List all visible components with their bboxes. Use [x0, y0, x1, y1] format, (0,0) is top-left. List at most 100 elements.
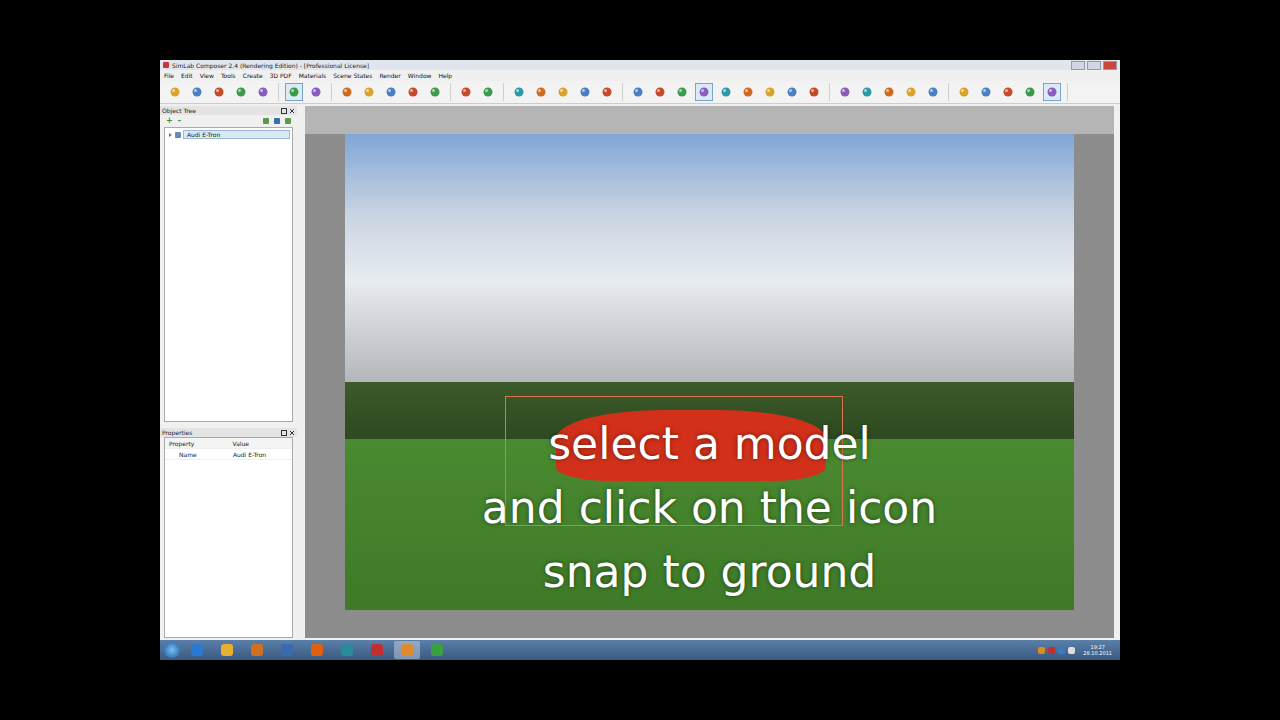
menu-item[interactable]: Materials: [299, 72, 327, 79]
toolbar-button[interactable]: [717, 83, 735, 101]
tool-icon: [980, 86, 992, 98]
close-icon[interactable]: [1103, 61, 1117, 70]
taskbar-app[interactable]: [424, 641, 450, 659]
menu-item[interactable]: Edit: [181, 72, 193, 79]
tool-icon: [764, 86, 776, 98]
taskbar-app[interactable]: [394, 641, 420, 659]
tree-body: Audi E-Tron: [164, 127, 293, 422]
menu-item[interactable]: Scene States: [333, 72, 372, 79]
close-icon[interactable]: [289, 430, 295, 436]
taskbar-app[interactable]: [304, 641, 330, 659]
taskbar-app[interactable]: [184, 641, 210, 659]
toolbar-button[interactable]: [673, 83, 691, 101]
toolbar: [160, 81, 1120, 104]
tool-icon: [927, 86, 939, 98]
toolbar-button[interactable]: [955, 83, 973, 101]
tool-icon: [861, 86, 873, 98]
tree-item[interactable]: Audi E-Tron: [167, 130, 290, 139]
tool-icon: [385, 86, 397, 98]
taskbar: 19:27 28.10.2011: [160, 640, 1120, 660]
taskbar-app[interactable]: [334, 641, 360, 659]
toolbar-button[interactable]: [858, 83, 876, 101]
taskbar-app[interactable]: [214, 641, 240, 659]
model-icon: [175, 132, 181, 138]
tree-action-icon[interactable]: [263, 118, 269, 124]
toolbar-button[interactable]: [232, 83, 250, 101]
menu-bar: File Edit View Tools Create 3D PDF Materials Sc…: [160, 70, 1120, 81]
toolbar-button[interactable]: [1043, 83, 1061, 101]
maximize-icon[interactable]: [1087, 61, 1101, 70]
toolbar-button[interactable]: [902, 83, 920, 101]
tool-icon: [482, 86, 494, 98]
toolbar-button[interactable]: [457, 83, 475, 101]
clock[interactable]: 19:27 28.10.2011: [1079, 644, 1116, 656]
toolbar-button[interactable]: [532, 83, 550, 101]
app-icon: [281, 644, 293, 656]
toolbar-button[interactable]: [404, 83, 422, 101]
pin-icon[interactable]: [281, 430, 287, 436]
tree-action-icon[interactable]: [285, 118, 291, 124]
menu-item[interactable]: Help: [438, 72, 452, 79]
tree-tool-button[interactable]: -: [178, 117, 181, 125]
close-icon[interactable]: [289, 108, 295, 114]
toolbar-button[interactable]: [166, 83, 184, 101]
toolbar-group: [836, 83, 949, 101]
menu-item[interactable]: Create: [243, 72, 263, 79]
menu-item[interactable]: Window: [408, 72, 432, 79]
toolbar-button[interactable]: [307, 83, 325, 101]
expander-icon[interactable]: [167, 132, 173, 138]
viewport[interactable]: select a modeland click on the iconsnap …: [305, 106, 1114, 638]
app-icon: [341, 644, 353, 656]
toolbar-button[interactable]: [1021, 83, 1039, 101]
toolbar-button[interactable]: [510, 83, 528, 101]
tool-icon: [235, 86, 247, 98]
toolbar-button[interactable]: [188, 83, 206, 101]
taskbar-app[interactable]: [364, 641, 390, 659]
toolbar-button[interactable]: [426, 83, 444, 101]
toolbar-button[interactable]: [651, 83, 669, 101]
tool-icon: [839, 86, 851, 98]
pin-icon[interactable]: [281, 108, 287, 114]
tool-icon: [213, 86, 225, 98]
toolbar-button[interactable]: [880, 83, 898, 101]
tool-icon: [1046, 86, 1058, 98]
toolbar-button[interactable]: [338, 83, 356, 101]
toolbar-button[interactable]: [695, 83, 713, 101]
toolbar-button[interactable]: [924, 83, 942, 101]
tool-icon: [958, 86, 970, 98]
menu-item[interactable]: File: [164, 72, 174, 79]
toolbar-button[interactable]: [254, 83, 272, 101]
menu-item[interactable]: 3D PDF: [270, 72, 292, 79]
toolbar-button[interactable]: [977, 83, 995, 101]
toolbar-button[interactable]: [598, 83, 616, 101]
toolbar-button[interactable]: [783, 83, 801, 101]
toolbar-button[interactable]: [479, 83, 497, 101]
window-title: SimLab Composer 2.4 (Rendering Edition) …: [172, 62, 1068, 69]
toolbar-button[interactable]: [382, 83, 400, 101]
toolbar-button[interactable]: [999, 83, 1017, 101]
tool-icon: [363, 86, 375, 98]
app-icon: [251, 644, 263, 656]
toolbar-button[interactable]: [285, 83, 303, 101]
menu-item[interactable]: View: [200, 72, 214, 79]
toolbar-button[interactable]: [805, 83, 823, 101]
toolbar-button[interactable]: [576, 83, 594, 101]
toolbar-button[interactable]: [836, 83, 854, 101]
menu-item[interactable]: Render: [379, 72, 400, 79]
toolbar-button[interactable]: [761, 83, 779, 101]
toolbar-button[interactable]: [210, 83, 228, 101]
menu-item[interactable]: Tools: [221, 72, 236, 79]
toolbar-button[interactable]: [739, 83, 757, 101]
object-tree-panel: Object Tree +- Audi E-Tron: [160, 106, 297, 422]
toolbar-button[interactable]: [554, 83, 572, 101]
table-row[interactable]: Name Audi E-Tron: [165, 449, 292, 460]
minimize-icon[interactable]: [1071, 61, 1085, 70]
toolbar-group: [166, 83, 279, 101]
taskbar-app[interactable]: [244, 641, 270, 659]
toolbar-button[interactable]: [629, 83, 647, 101]
tree-tool-button[interactable]: +: [166, 117, 173, 125]
start-button[interactable]: [164, 642, 180, 658]
toolbar-button[interactable]: [360, 83, 378, 101]
tree-action-icon[interactable]: [274, 118, 280, 124]
taskbar-app[interactable]: [274, 641, 300, 659]
